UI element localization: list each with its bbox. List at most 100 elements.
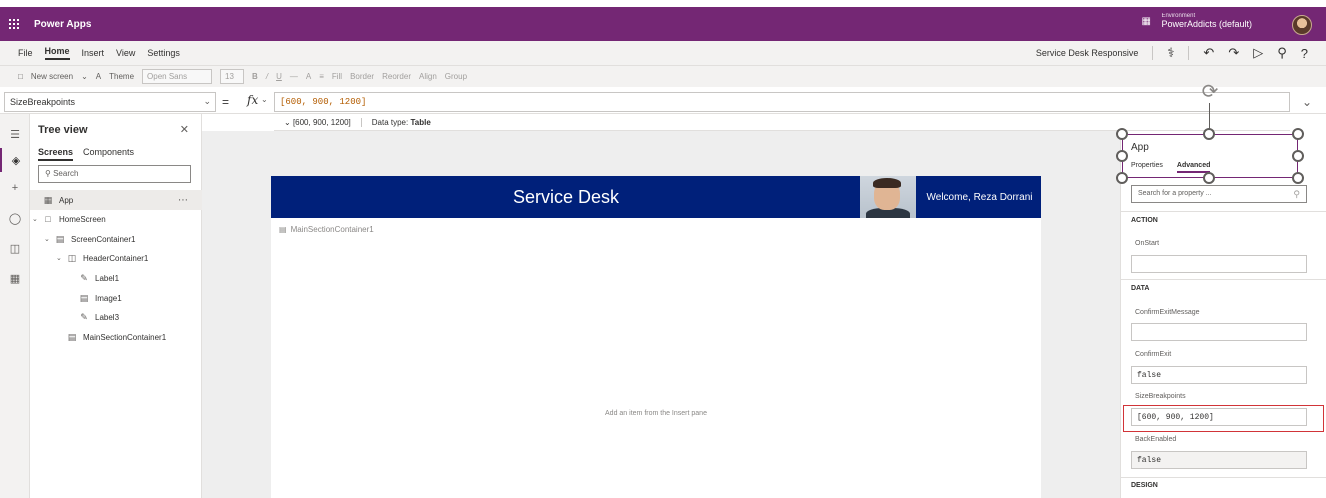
resize-handle[interactable] [1203, 128, 1215, 140]
tree-item-mainsectioncontainer1[interactable]: ▤ MainSectionContainer1 [30, 327, 202, 347]
confirmexitmessage-field[interactable] [1131, 323, 1307, 341]
tree-item-app[interactable]: ▦ App ⋯ [30, 190, 202, 210]
new-screen-button[interactable]: New screen [31, 72, 73, 81]
property-dropdown[interactable]: SizeBreakpoints ⌄ [4, 92, 216, 112]
resize-handle[interactable] [1203, 172, 1215, 184]
bold-icon[interactable]: B [252, 72, 258, 81]
redo-icon[interactable]: ↷ [1228, 45, 1239, 61]
horizontal-container-icon: ◫ [67, 252, 77, 263]
app-title[interactable]: Service Desk Responsive [1036, 48, 1139, 58]
align-button[interactable]: Align [419, 72, 437, 81]
expand-formula-icon[interactable]: ⌄ [1302, 95, 1312, 109]
property-search-input[interactable]: Search for a property ... ⚲ [1131, 185, 1307, 203]
welcome-label[interactable]: Welcome, Reza Dorrani [918, 176, 1041, 218]
design-canvas[interactable]: Service Desk Welcome, Reza Dorrani ▤ Mai… [202, 131, 1120, 498]
fill-button[interactable]: Fill [332, 72, 342, 81]
reorder-button[interactable]: Reorder [382, 72, 411, 81]
theme-icon: Α [95, 72, 102, 81]
title-bar: Power Apps ▦ Environment PowerAddicts (d… [0, 7, 1326, 41]
chevron-down-icon[interactable]: ⌄ [56, 254, 66, 262]
environment-picker[interactable]: ▦ Environment PowerAddicts (default) [1141, 13, 1252, 29]
help-icon[interactable]: ? [1301, 46, 1308, 61]
image-icon: ▤ [79, 292, 89, 303]
home-screen[interactable]: Service Desk Welcome, Reza Dorrani ▤ Mai… [271, 176, 1041, 498]
resize-handle[interactable] [1116, 150, 1128, 162]
tree-item-label: Image1 [95, 293, 122, 303]
property-search-placeholder: Search for a property ... [1138, 190, 1212, 197]
resize-handle[interactable] [1292, 172, 1304, 184]
border-button[interactable]: Border [350, 72, 374, 81]
data-type-value: Table [410, 117, 431, 127]
tree-item-label: HomeScreen [59, 214, 106, 224]
header-title-label[interactable]: Service Desk [271, 176, 861, 218]
rotate-handle-icon[interactable]: ⟳ [1198, 80, 1222, 104]
main-section-container[interactable]: ▤ MainSectionContainer1 [279, 225, 374, 234]
user-avatar[interactable] [1292, 15, 1312, 35]
search-icon: ⚲ [1293, 189, 1300, 199]
play-icon[interactable]: ▷ [1253, 45, 1263, 61]
tree-view-icon[interactable]: ◈ [0, 148, 30, 172]
tree-item-screencontainer1[interactable]: ⌄ ▤ ScreenContainer1 [30, 229, 202, 249]
tree-search-input[interactable]: ⚲ Search [38, 165, 191, 183]
backenabled-field[interactable]: false [1131, 451, 1307, 469]
data-icon[interactable]: ◯ [0, 206, 30, 230]
chevron-down-icon[interactable]: ⌄ [261, 95, 268, 104]
chevron-down-icon[interactable]: ⌄ [32, 215, 42, 223]
font-select[interactable]: Open Sans [142, 69, 213, 84]
tree-item-label3[interactable]: ✎ Label3 [30, 307, 202, 327]
header-container[interactable]: Service Desk Welcome, Reza Dorrani [271, 176, 1041, 218]
property-name: SizeBreakpoints [10, 97, 76, 107]
font-size-select[interactable]: 13 [220, 69, 245, 84]
advanced-tools-icon[interactable]: ▦ [0, 266, 30, 290]
chevron-down-icon: ⌄ [203, 96, 211, 106]
tab-screens[interactable]: Screens [38, 147, 74, 161]
media-icon[interactable]: ◫ [0, 236, 30, 260]
environment-name: PowerAddicts (default) [1161, 19, 1252, 29]
resize-handle[interactable] [1116, 172, 1128, 184]
menu-home[interactable]: Home [44, 46, 70, 60]
tree-item-label1[interactable]: ✎ Label1 [30, 268, 202, 288]
tree-item-label: MainSectionContainer1 [83, 332, 167, 342]
undo-icon[interactable]: ↶ [1203, 45, 1214, 61]
app-name: Power Apps [34, 18, 92, 30]
share-icon[interactable]: ⚲ [1277, 45, 1287, 61]
fx-icon[interactable]: fx [247, 93, 258, 107]
tree-item-image1[interactable]: ▤ Image1 [30, 288, 202, 308]
equals-sign: = [222, 95, 230, 109]
close-icon[interactable]: ✕ [180, 123, 189, 136]
label-icon: ✎ [80, 311, 88, 322]
more-options-icon[interactable]: ⋯ [178, 195, 188, 206]
formula-input[interactable]: [600, 900, 1200] [274, 92, 1290, 112]
menu-settings[interactable]: Settings [147, 48, 180, 58]
onstart-label: OnStart [1135, 240, 1160, 247]
menu-icon[interactable]: ☰ [0, 122, 30, 146]
theme-button[interactable]: Theme [109, 72, 134, 81]
resize-handle[interactable] [1292, 128, 1304, 140]
italic-icon[interactable]: / [266, 72, 268, 81]
text-align-icon[interactable]: ≡ [319, 72, 324, 81]
menu-insert[interactable]: Insert [82, 48, 105, 58]
group-button[interactable]: Group [445, 72, 467, 81]
font-color-icon[interactable]: A [306, 72, 311, 81]
underline-icon[interactable]: U [276, 72, 282, 81]
confirmexit-field[interactable]: false [1131, 366, 1307, 384]
insert-icon[interactable]: + [0, 176, 30, 200]
chevron-down-icon[interactable]: ⌄ [44, 235, 54, 243]
menu-view[interactable]: View [116, 48, 135, 58]
tree-item-headercontainer1[interactable]: ⌄ ◫ HeaderContainer1 [30, 248, 202, 268]
resize-handle[interactable] [1116, 128, 1128, 140]
tree-item-label: HeaderContainer1 [83, 253, 149, 263]
app-launcher-icon[interactable] [0, 7, 28, 41]
tree-view-title: Tree view [38, 124, 88, 136]
profile-image[interactable] [860, 176, 916, 218]
menu-file[interactable]: File [18, 48, 33, 58]
tree-item-label: Label3 [95, 312, 120, 322]
formula-result[interactable]: ⌄ [600, 900, 1200] [284, 117, 362, 127]
app-checker-icon[interactable]: ⚕ [1167, 45, 1174, 61]
tree-item-homescreen[interactable]: ⌄ □ HomeScreen [30, 209, 202, 229]
tab-components[interactable]: Components [83, 147, 134, 161]
tree-item-label: App [59, 195, 74, 205]
onstart-field[interactable] [1131, 255, 1307, 273]
strikethrough-icon[interactable]: — [290, 72, 298, 81]
resize-handle[interactable] [1292, 150, 1304, 162]
